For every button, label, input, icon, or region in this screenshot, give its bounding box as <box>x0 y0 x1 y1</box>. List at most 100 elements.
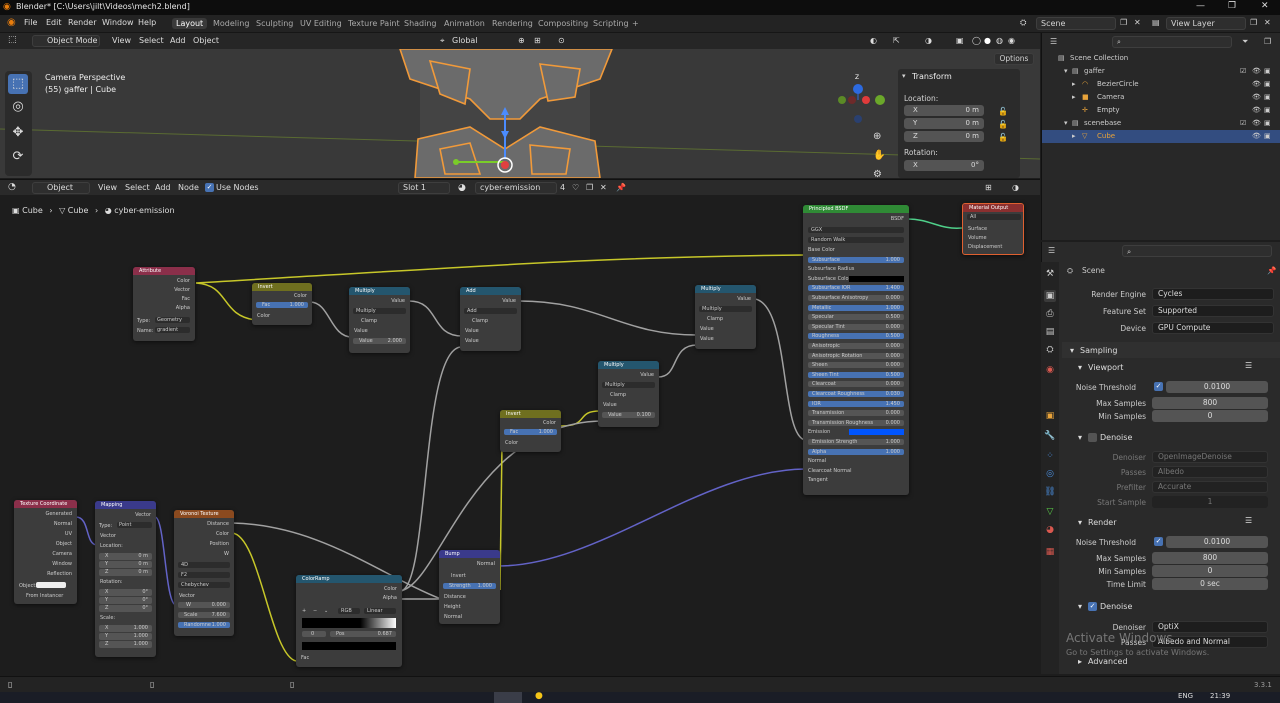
language-indicator[interactable]: ENG <box>1178 692 1193 700</box>
bsdf-field[interactable]: Transmission 0.000 <box>808 410 904 417</box>
3d-viewport[interactable]: Z Camera Perspective (55) gaffer | Cube … <box>0 49 1040 178</box>
bsdf-field[interactable]: Specular 0.500 <box>808 314 904 321</box>
camera-icon[interactable]: ▣ <box>1264 67 1271 75</box>
prefilter-dropdown[interactable]: Accurate <box>1152 481 1268 493</box>
data-tab-icon[interactable]: ▽ <box>1044 506 1056 518</box>
noise-threshold-field[interactable]: 0.0100 <box>1166 381 1268 393</box>
breadcrumb-mesh[interactable]: Cube <box>68 206 89 215</box>
mapping-vector-field[interactable]: Y 1.000 <box>99 633 152 640</box>
node-menu-view[interactable]: View <box>98 183 117 192</box>
voronoi-feature-dropdown[interactable]: F2 <box>178 572 230 578</box>
invert-fac-field[interactable]: Fac 1.000 <box>504 429 557 435</box>
outliner-item-bezier[interactable]: BezierCircle <box>1097 80 1139 88</box>
blender-task-icon[interactable] <box>494 692 522 703</box>
texture-coordinate-node[interactable]: Texture Coordinate Generated Normal UV O… <box>14 500 77 604</box>
ramp-gradient[interactable] <box>302 618 396 628</box>
math-multiply-node[interactable]: Multiply Value Multiply Clamp Value Valu… <box>349 287 410 353</box>
bsdf-field[interactable]: IOR 1.450 <box>808 400 904 407</box>
bsdf-field[interactable]: Emission Strength 1.000 <box>808 439 904 445</box>
bsdf-field[interactable]: Clearcoat Roughness 0.030 <box>808 391 904 397</box>
ramp-interpolation-dropdown[interactable]: Linear <box>364 608 396 614</box>
lock-location-z-icon[interactable]: 🔓 <box>998 133 1008 142</box>
ramp-menu-icon[interactable]: ⌄ <box>324 608 328 614</box>
bump-strength-field[interactable]: Strength 1.000 <box>443 583 496 589</box>
bsdf-field[interactable]: Subsurface 1.000 <box>808 256 904 263</box>
bsdf-field[interactable]: Sheen Tint 0.500 <box>808 371 904 378</box>
material-tab-icon[interactable]: ◕ <box>1044 524 1056 536</box>
render-max-samples-field[interactable]: 800 <box>1152 552 1268 564</box>
view-layer-tab-icon[interactable]: ▤ <box>1044 326 1056 338</box>
eye-icon[interactable]: 👁 <box>1252 132 1261 140</box>
object-picker[interactable] <box>36 582 66 588</box>
expand-icon[interactable]: ▾ <box>1064 119 1068 127</box>
ramp-position-field[interactable]: Pos 0.687 <box>330 631 396 637</box>
object-tab-icon[interactable]: ▣ <box>1044 410 1056 422</box>
editor-type-icon[interactable]: ⬚ <box>8 35 17 45</box>
outliner-item-scenebase[interactable]: scenebase <box>1084 119 1121 127</box>
modifier-tab-icon[interactable]: 🔧 <box>1044 430 1056 442</box>
tool-tab-icon[interactable]: ⚒ <box>1044 268 1056 280</box>
outliner-item-cube[interactable]: Cube <box>1097 132 1115 140</box>
expand-icon[interactable]: ▾ <box>1064 67 1068 75</box>
properties-type-icon[interactable]: ☰ <box>1048 246 1055 255</box>
menu-window[interactable]: Window <box>102 18 134 27</box>
max-samples-field[interactable]: 800 <box>1152 397 1268 409</box>
lock-location-x-icon[interactable]: 🔓 <box>998 107 1008 116</box>
math-multiply-node[interactable]: Multiply Value Multiply Clamp Value Valu… <box>598 361 659 427</box>
passes-dropdown[interactable]: Albedo <box>1152 466 1268 478</box>
add-workspace-button[interactable]: + <box>628 18 643 29</box>
outliner-item-camera[interactable]: Camera <box>1097 93 1124 101</box>
bsdf-field[interactable]: Sheen 0.000 <box>808 362 904 369</box>
outliner-search-input[interactable]: ⌕ <box>1112 36 1232 48</box>
material-slot-dropdown[interactable]: Slot 1 <box>398 182 450 194</box>
tab-texture-paint[interactable]: Texture Paint <box>344 18 404 29</box>
denoiser-dropdown[interactable]: OpenImageDenoise <box>1152 451 1268 463</box>
attribute-name-field[interactable]: gradient <box>155 327 190 333</box>
location-y-field[interactable]: Y0 m <box>904 118 984 129</box>
tab-layout[interactable]: Layout <box>172 18 208 29</box>
fake-user-icon[interactable]: ♡ <box>572 183 579 192</box>
output-tab-icon[interactable]: ⎙ <box>1044 308 1056 320</box>
invert-node[interactable]: Invert Color Fac 1.000 Color <box>500 410 561 452</box>
select-box-tool-icon[interactable]: ⬚ <box>8 74 28 94</box>
colorramp-node[interactable]: ColorRamp Color Alpha + − ⌄ RGB Linear 0… <box>296 575 402 667</box>
material-browse-icon[interactable]: ◕ <box>458 183 466 193</box>
bsdf-field[interactable]: Specular Tint 0.000 <box>808 323 904 330</box>
voronoi-texture-node[interactable]: Voronoi Texture Distance Color Position … <box>174 510 234 636</box>
world-tab-icon[interactable]: ◉ <box>1044 364 1056 376</box>
bsdf-field[interactable]: Subsurface Anisotropy 0.000 <box>808 295 904 301</box>
minimize-button[interactable]: — <box>1196 1 1205 11</box>
bsdf-field[interactable]: Anisotropic 0.000 <box>808 343 904 349</box>
shading-rendered-icon[interactable]: ◉ <box>1008 36 1015 45</box>
shading-solid-icon[interactable]: ● <box>984 36 991 45</box>
clamp-checkbox[interactable]: Clamp <box>472 318 488 324</box>
expand-icon[interactable]: ▸ <box>1072 80 1076 88</box>
tab-scripting[interactable]: Scripting <box>589 18 633 29</box>
clamp-checkbox[interactable]: Clamp <box>361 318 377 324</box>
menu-render[interactable]: Render <box>68 18 96 27</box>
close-button[interactable]: ✕ <box>1261 1 1269 11</box>
math-operation-dropdown[interactable]: Add <box>464 308 517 314</box>
tab-sculpting[interactable]: Sculpting <box>252 18 297 29</box>
mapping-type-dropdown[interactable]: Point <box>117 522 152 528</box>
ramp-stop-index[interactable]: 0 <box>302 631 326 637</box>
render-noise-threshold-field[interactable]: 0.0100 <box>1166 536 1268 548</box>
outliner-type-icon[interactable]: ☰ <box>1050 37 1057 46</box>
duplicate-material-icon[interactable]: ❐ <box>586 183 593 192</box>
denoise-viewport-checkbox[interactable] <box>1088 433 1097 442</box>
eye-icon[interactable]: 👁 <box>1252 67 1261 75</box>
transform-orientation-dropdown[interactable]: Global <box>452 36 478 45</box>
mapping-vector-field[interactable]: Z0 m <box>99 569 152 576</box>
particles-tab-icon[interactable]: ⁘ <box>1044 450 1056 462</box>
breadcrumb-material[interactable]: cyber-emission <box>114 206 174 215</box>
rotate-tool-icon[interactable]: ⟳ <box>8 147 28 167</box>
ramp-color-mode-dropdown[interactable]: RGB <box>338 608 360 614</box>
new-collection-icon[interactable]: ❐ <box>1264 37 1271 46</box>
camera-icon[interactable]: ▣ <box>1264 93 1271 101</box>
voronoi-scale-field[interactable]: Scale 7.600 <box>178 612 230 618</box>
rotation-x-field[interactable]: X 0° <box>904 160 984 171</box>
attribute-node[interactable]: Attribute Color Vector Fac Alpha Type: G… <box>133 267 195 341</box>
unlink-material-icon[interactable]: ✕ <box>600 183 607 192</box>
expand-icon[interactable]: ▸ <box>1072 93 1076 101</box>
delete-view-layer-icon[interactable]: ✕ <box>1264 18 1271 27</box>
